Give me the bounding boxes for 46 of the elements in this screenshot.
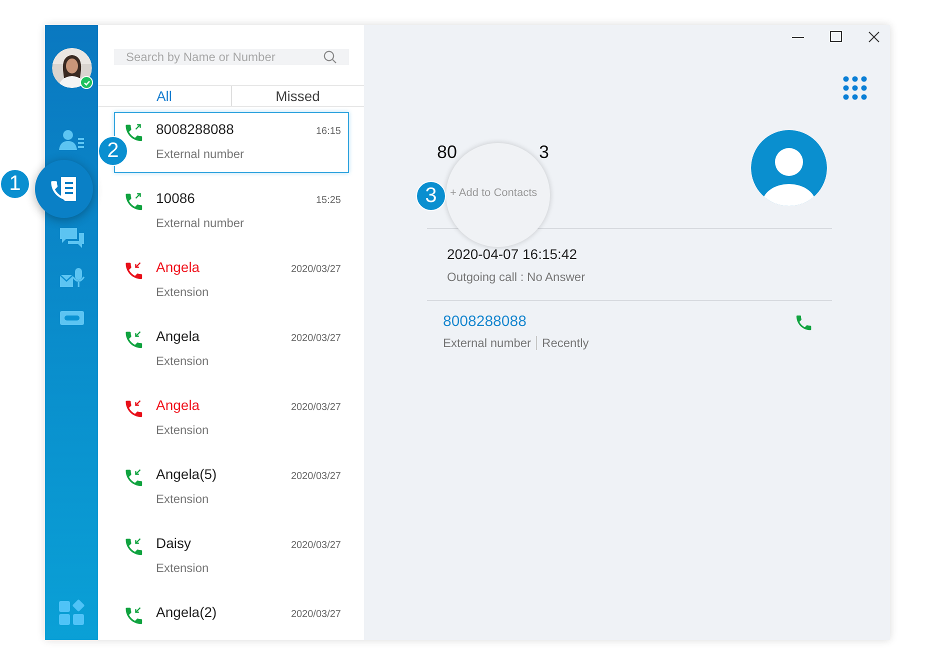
call-time: 15:25 — [316, 195, 341, 206]
caller-name: 10086 — [156, 190, 195, 206]
number-type: External number — [443, 336, 532, 350]
call-icon[interactable] — [794, 313, 812, 331]
call-log-row[interactable]: Daisy 2020/03/27 Extension — [114, 526, 349, 587]
search-field[interactable]: Search by Name or Number — [114, 49, 349, 65]
call-log-icon[interactable] — [34, 160, 92, 218]
call-time: 16:15 — [316, 126, 341, 137]
dialpad-icon[interactable] — [843, 76, 867, 100]
call-time: 2020/03/27 — [290, 333, 341, 344]
call-datetime: 2020-04-07 16:15:42 — [447, 246, 578, 262]
call-log-row[interactable]: Angela 2020/03/27 Extension — [114, 250, 349, 311]
caller-type: External number — [156, 147, 246, 161]
caller-name: Angela(2) — [156, 604, 217, 620]
contact-avatar-icon — [751, 130, 827, 206]
caller-name: 8008288088 — [156, 121, 234, 137]
caller-name: Daisy — [156, 535, 192, 551]
call-log-row[interactable]: Angela(2) 2020/03/27 — [114, 595, 349, 640]
tab[interactable]: Missed — [232, 87, 364, 105]
apps-icon[interactable] — [58, 599, 84, 625]
call-time: 2020/03/27 — [290, 402, 341, 413]
call-status: Outgoing call : No Answer — [447, 270, 586, 284]
contact-number: 80 — [437, 142, 458, 163]
caller-type: Extension — [156, 492, 210, 506]
caller-type: Extension — [156, 561, 210, 575]
call-time: 2020/03/27 — [290, 540, 341, 551]
caller-name: Angela — [156, 259, 200, 275]
last-contact-time: Recently — [542, 336, 589, 350]
call-log-row[interactable]: 10086 15:25 External number — [114, 181, 349, 242]
call-log-row[interactable]: Angela 2020/03/27 Extension — [114, 319, 349, 380]
call-log-row[interactable]: Angela 2020/03/27 Extension — [114, 388, 349, 449]
search-icon[interactable] — [323, 50, 337, 64]
caller-type: Extension — [156, 423, 210, 437]
step-marker: 1 — [0, 169, 30, 199]
call-time: 2020/03/27 — [290, 264, 341, 275]
call-time: 2020/03/27 — [290, 609, 341, 620]
caller-type: External number — [156, 216, 246, 230]
caller-name: Angela(5) — [156, 466, 217, 482]
caller-type: Extension — [156, 354, 210, 368]
call-time: 2020/03/27 — [290, 471, 341, 482]
tab[interactable]: All — [98, 87, 230, 105]
caller-type: Extension — [156, 285, 210, 299]
call-log-row[interactable]: Angela(5) 2020/03/27 Extension — [114, 457, 349, 518]
caller-name: Angela — [156, 397, 200, 413]
caller-name: Angela — [156, 328, 200, 344]
contact-number: 3 — [539, 142, 550, 163]
